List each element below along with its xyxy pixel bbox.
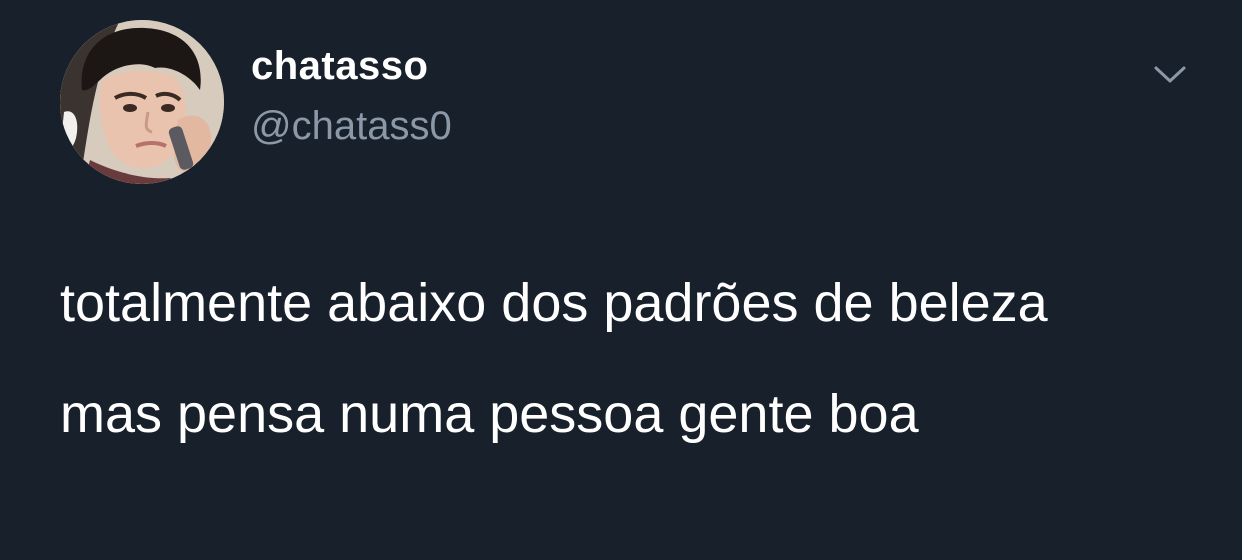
author-display-name[interactable]: chatasso (251, 44, 428, 89)
avatar-image (60, 20, 224, 184)
tweet-text: totalmente abaixo dos padrões de beleza … (60, 264, 1200, 454)
tweet-paragraph: mas pensa numa pessoa gente boa (60, 384, 919, 444)
chevron-down-icon[interactable] (1150, 60, 1190, 88)
tweet-card: chatasso @chatass0 totalmente abaixo dos… (0, 0, 1242, 560)
author-handle[interactable]: @chatass0 (251, 104, 452, 149)
tweet-paragraph: totalmente abaixo dos padrões de beleza (60, 273, 1048, 333)
avatar[interactable] (60, 20, 224, 184)
